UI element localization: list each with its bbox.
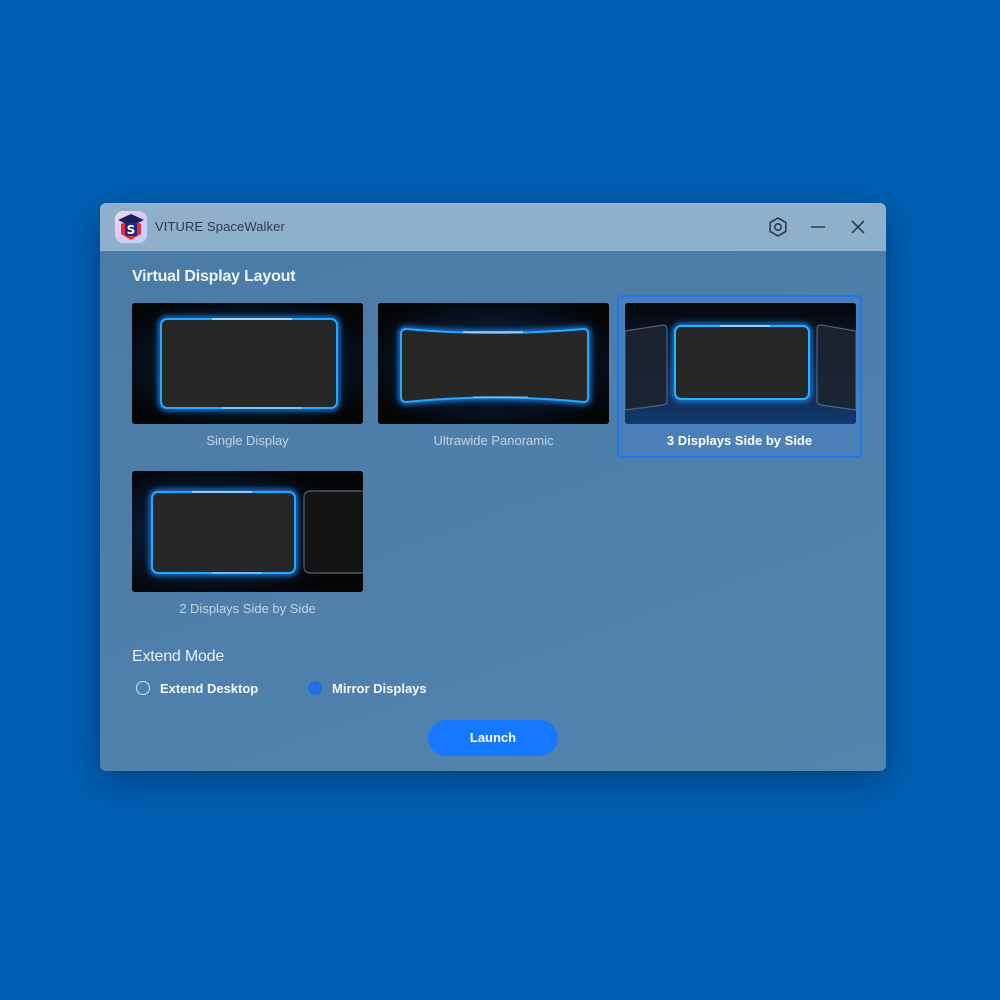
layout-option-3-displays[interactable]: 3 Displays Side by Side	[617, 295, 862, 458]
layout-option-label: 3 Displays Side by Side	[666, 433, 813, 448]
svg-text:S: S	[127, 223, 136, 237]
launch-button[interactable]: Launch	[428, 720, 558, 756]
single-display-thumbnail	[132, 303, 363, 424]
close-button[interactable]	[846, 215, 870, 239]
layout-option-label: 2 Displays Side by Side	[179, 601, 316, 616]
mirror-displays-option[interactable]: Mirror Displays	[308, 678, 427, 698]
settings-button[interactable]	[766, 215, 790, 239]
minimize-button[interactable]	[806, 215, 830, 239]
mirror-displays-label: Mirror Displays	[332, 680, 427, 696]
two-displays-thumbnail	[132, 471, 363, 592]
layout-option-2-displays[interactable]: 2 Displays Side by Side	[132, 471, 363, 631]
extend-desktop-option[interactable]: Extend Desktop	[136, 678, 258, 698]
layout-option-single-display[interactable]: Single Display	[132, 303, 363, 463]
radio-checked-icon[interactable]	[308, 681, 322, 695]
app-logo-icon: S	[115, 211, 147, 243]
layout-option-label: Single Display	[206, 433, 289, 448]
app-title: VITURE SpaceWalker	[155, 219, 285, 234]
three-displays-thumbnail	[625, 303, 856, 424]
ultrawide-panoramic-thumbnail	[378, 303, 609, 424]
extend-mode-heading: Extend Mode	[132, 648, 225, 665]
title-bar[interactable]: S VITURE SpaceWalker	[100, 203, 886, 251]
layout-option-label: Ultrawide Panoramic	[433, 433, 554, 448]
close-icon	[851, 220, 865, 234]
settings-gear-icon	[769, 217, 787, 237]
app-window: S VITURE SpaceWalker Virtual Display Lay…	[100, 203, 886, 771]
extend-desktop-label: Extend Desktop	[160, 680, 259, 696]
layout-option-ultrawide-panoramic[interactable]: Ultrawide Panoramic	[378, 303, 609, 463]
radio-unchecked-icon[interactable]	[136, 681, 150, 695]
virtual-display-layout-heading: Virtual Display Layout	[132, 268, 296, 285]
minimize-icon	[811, 226, 825, 228]
